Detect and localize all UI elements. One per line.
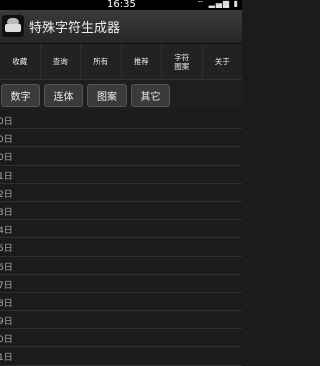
- status-icons: ⌔ ▂▄▆ ▮: [196, 0, 239, 8]
- list-item-text: 4日: [0, 226, 13, 237]
- list-item-text: 1日: [0, 171, 13, 182]
- tab-label: 所有: [93, 57, 109, 66]
- list-item[interactable]: 0日: [0, 129, 242, 148]
- list-item[interactable]: 3日: [0, 202, 242, 221]
- tab-bar: 收藏 查询 所有 推荐 字符 图案 关于: [0, 44, 242, 80]
- list-item-text: 0日: [0, 117, 13, 127]
- tab-label: 关于: [214, 57, 230, 66]
- tab-search[interactable]: 查询: [41, 44, 81, 79]
- list-item[interactable]: 8日: [0, 293, 242, 312]
- filter-bar: 数字 连体 图案 其它: [0, 80, 242, 110]
- status-bar: 16:35 ⌔ ▂▄▆ ▮: [0, 0, 242, 10]
- tab-label: 查询: [52, 57, 68, 66]
- list-item[interactable]: 0日: [0, 147, 242, 166]
- app-bar: 特殊字符生成器: [0, 10, 242, 44]
- tab-favorites[interactable]: 收藏: [0, 44, 41, 79]
- tab-label: 字符 图案: [174, 52, 190, 71]
- list-item-text: 0日: [0, 135, 13, 146]
- filter-label: 数字: [10, 92, 31, 103]
- list-item[interactable]: 1日: [0, 347, 242, 366]
- app-icon: [2, 15, 24, 37]
- filter-other[interactable]: 其它: [131, 84, 170, 107]
- list-item-text: 9日: [0, 317, 13, 328]
- list-item[interactable]: 5日: [0, 238, 242, 257]
- status-time: 16:35: [107, 0, 136, 10]
- tab-recommended[interactable]: 推荐: [122, 44, 162, 79]
- tab-label: 收藏: [12, 57, 28, 66]
- list-item[interactable]: 4日: [0, 220, 242, 239]
- list-item-text: 0日: [0, 153, 13, 164]
- list-item-text: 6日: [0, 262, 13, 273]
- list-item[interactable]: 1日: [0, 166, 242, 184]
- list-item-text: 2日: [0, 189, 13, 200]
- filter-label: 其它: [140, 92, 161, 103]
- list-item[interactable]: 0日: [0, 111, 242, 130]
- list-item-text: 5日: [0, 244, 13, 255]
- filter-label: 图案: [97, 92, 117, 103]
- list-item[interactable]: 2日: [0, 184, 242, 202]
- list-item[interactable]: 0日: [0, 329, 242, 348]
- list-item-text: 3日: [0, 207, 13, 218]
- character-list: 0日 0日 0日 1日 2日 3日 4日 5日 6日 7日 8日 9日 0日 1…: [0, 111, 242, 366]
- list-item[interactable]: 6日: [0, 257, 242, 275]
- filter-joined[interactable]: 连体: [44, 84, 83, 107]
- tab-about[interactable]: 关于: [203, 44, 243, 79]
- list-item[interactable]: 9日: [0, 311, 242, 330]
- list-item-text: 7日: [0, 280, 13, 291]
- tab-label: 推荐: [133, 57, 149, 66]
- list-item-text: 1日: [0, 353, 13, 364]
- list-item-text: 8日: [0, 298, 13, 309]
- list-item[interactable]: 7日: [0, 275, 242, 293]
- app-title: 特殊字符生成器: [29, 21, 121, 36]
- tab-char-art[interactable]: 字符 图案: [162, 44, 203, 79]
- filter-patterns[interactable]: 图案: [87, 84, 127, 107]
- tab-all[interactable]: 所有: [81, 44, 122, 79]
- filter-numbers[interactable]: 数字: [1, 84, 40, 107]
- list-item-text: 0日: [0, 335, 13, 346]
- filter-label: 连体: [53, 92, 74, 103]
